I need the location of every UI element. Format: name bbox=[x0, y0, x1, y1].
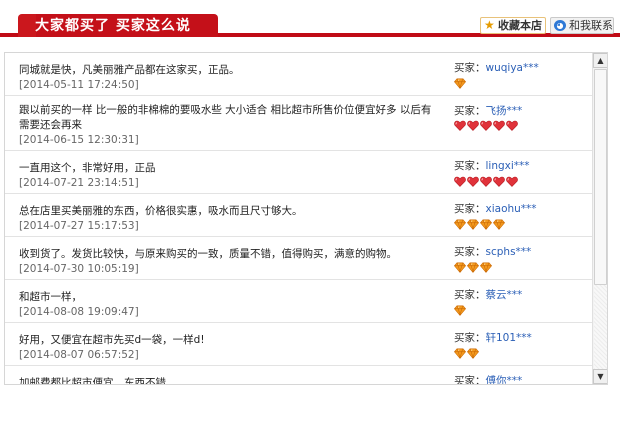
red-heart-icon bbox=[506, 176, 519, 188]
orange-diamond-icon bbox=[454, 262, 467, 274]
scrollbar-thumb[interactable] bbox=[594, 69, 607, 285]
buyer-label: 买家：lingxi*** bbox=[454, 159, 530, 174]
review-date: [2014-07-21 23:14:51] bbox=[19, 177, 139, 189]
buyer-name: 傅你*** bbox=[485, 375, 523, 385]
red-heart-icon bbox=[454, 176, 467, 188]
buyer-credit-badges bbox=[454, 219, 506, 231]
review-date: [2014-05-11 17:24:50] bbox=[19, 79, 139, 91]
contact-seller-button[interactable]: ◕ 和我联系 bbox=[550, 17, 614, 34]
favorite-shop-label: 收藏本店 bbox=[498, 19, 542, 32]
review-text: 好用，又便宜在超市先买d一袋，一样d! bbox=[19, 334, 205, 346]
buyer-prefix: 买家： bbox=[454, 62, 486, 74]
orange-diamond-icon bbox=[467, 219, 480, 231]
review-row: 跟以前买的一样 比一般的非棉棉的要吸水些 大小适合 相比超市所售价位便宜好多 以… bbox=[5, 96, 592, 151]
review-list[interactable]: 同城就是快，凡美丽雅产品都在这家买，正品。 [2014-05-11 17:24:5… bbox=[4, 52, 608, 385]
red-heart-icon bbox=[480, 176, 493, 188]
section-header: 大家都买了 买家这么说 ★ 收藏本店 ◕ 和我联系 bbox=[0, 0, 620, 37]
orange-diamond-icon bbox=[454, 348, 467, 360]
buyer-credit-badges bbox=[454, 348, 480, 360]
review-text: 总在店里买美丽雅的东西，价格很实惠，吸水而且尺寸够大。 bbox=[19, 205, 303, 217]
buyer-label: 买家：飞扬*** bbox=[454, 104, 522, 119]
buyer-label: 买家：scphs*** bbox=[454, 245, 531, 260]
review-row: 和超市一样， [2014-08-08 19:09:47] 买家：蔡云*** bbox=[5, 280, 592, 323]
review-content: 加邮费都比超市便宜，东西不错 bbox=[19, 376, 434, 385]
review-date: [2014-07-30 10:05:19] bbox=[19, 263, 139, 275]
buyer-name: 轩101*** bbox=[485, 332, 532, 344]
contact-seller-label: 和我联系 bbox=[569, 19, 613, 32]
red-heart-icon bbox=[506, 120, 519, 132]
red-heart-icon bbox=[493, 120, 506, 132]
buyer-prefix: 买家： bbox=[454, 289, 486, 301]
buyer-prefix: 买家： bbox=[454, 105, 486, 117]
review-row: 好用，又便宜在超市先买d一袋，一样d! [2014-08-07 06:57:52]… bbox=[5, 323, 592, 366]
buyer-prefix: 买家： bbox=[454, 246, 486, 258]
buyer-label: 买家：轩101*** bbox=[454, 331, 532, 346]
red-heart-icon bbox=[467, 120, 480, 132]
scrollbar-track[interactable] bbox=[594, 285, 607, 369]
buyer-label: 买家：蔡云*** bbox=[454, 288, 522, 303]
review-content: 收到货了。发货比较快，与原来购买的一致，质量不错，值得购买，满意的购物。 [201… bbox=[19, 247, 434, 277]
buyer-name: 蔡云*** bbox=[485, 289, 523, 301]
buyer-credit-badges bbox=[454, 305, 467, 317]
scroll-up-arrow-icon[interactable]: ▲ bbox=[593, 53, 607, 68]
red-heart-icon bbox=[467, 176, 480, 188]
review-date: [2014-07-27 15:17:53] bbox=[19, 220, 139, 232]
buyer-name: wuqiya*** bbox=[485, 62, 539, 74]
orange-diamond-icon bbox=[480, 219, 493, 231]
red-heart-icon bbox=[454, 120, 467, 132]
buyer-name: 飞扬*** bbox=[485, 105, 523, 117]
review-date: [2014-06-15 12:30:31] bbox=[19, 134, 139, 146]
star-icon: ★ bbox=[484, 18, 495, 32]
red-heart-icon bbox=[480, 120, 493, 132]
buyer-prefix: 买家： bbox=[454, 203, 486, 215]
orange-diamond-icon bbox=[467, 348, 480, 360]
buyer-name: scphs*** bbox=[485, 246, 532, 258]
review-content: 一直用这个，非常好用，正品 [2014-07-21 23:14:51] bbox=[19, 161, 434, 191]
review-row: 加邮费都比超市便宜，东西不错 买家：傅你*** bbox=[5, 366, 592, 385]
review-date: [2014-08-08 19:09:47] bbox=[19, 306, 139, 318]
buyer-prefix: 买家： bbox=[454, 160, 486, 172]
review-rows: 同城就是快，凡美丽雅产品都在这家买，正品。 [2014-05-11 17:24:5… bbox=[5, 53, 592, 385]
wangwang-chat-icon: ◕ bbox=[554, 20, 566, 31]
buyer-name: lingxi*** bbox=[485, 160, 530, 172]
favorite-shop-button[interactable]: ★ 收藏本店 bbox=[480, 17, 546, 34]
buyer-prefix: 买家： bbox=[454, 332, 486, 344]
scroll-down-arrow-icon[interactable]: ▼ bbox=[593, 369, 607, 384]
review-row: 一直用这个，非常好用，正品 [2014-07-21 23:14:51] 买家：lin… bbox=[5, 151, 592, 194]
orange-diamond-icon bbox=[480, 262, 493, 274]
scrollbar[interactable]: ▲ ▼ bbox=[592, 53, 607, 384]
buyer-name: xiaohu*** bbox=[485, 203, 537, 215]
review-content: 好用，又便宜在超市先买d一袋，一样d! [2014-08-07 06:57:52] bbox=[19, 333, 434, 363]
review-text: 跟以前买的一样 比一般的非棉棉的要吸水些 大小适合 相比超市所售价位便宜好多 以… bbox=[19, 104, 432, 131]
buyer-credit-badges bbox=[454, 262, 493, 274]
red-heart-icon bbox=[493, 176, 506, 188]
review-text: 和超市一样， bbox=[19, 291, 82, 303]
buyer-label: 买家：傅你*** bbox=[454, 374, 523, 385]
review-row: 收到货了。发货比较快，与原来购买的一致，质量不错，值得购买，满意的购物。 [201… bbox=[5, 237, 592, 280]
review-text: 加邮费都比超市便宜，东西不错 bbox=[19, 377, 166, 385]
buyer-credit-badges bbox=[454, 176, 519, 188]
orange-diamond-icon bbox=[454, 305, 467, 317]
buyer-credit-badges bbox=[454, 120, 519, 132]
review-content: 和超市一样， [2014-08-08 19:09:47] bbox=[19, 290, 434, 320]
review-text: 收到货了。发货比较快，与原来购买的一致，质量不错，值得购买，满意的购物。 bbox=[19, 248, 397, 260]
section-title: 大家都买了 买家这么说 bbox=[18, 14, 218, 37]
orange-diamond-icon bbox=[467, 262, 480, 274]
review-text: 一直用这个，非常好用，正品 bbox=[19, 162, 156, 174]
buyer-label: 买家：wuqiya*** bbox=[454, 61, 539, 76]
review-content: 同城就是快，凡美丽雅产品都在这家买，正品。 [2014-05-11 17:24:5… bbox=[19, 63, 434, 93]
review-text: 同城就是快，凡美丽雅产品都在这家买，正品。 bbox=[19, 64, 240, 76]
review-content: 总在店里买美丽雅的东西，价格很实惠，吸水而且尺寸够大。 [2014-07-27 1… bbox=[19, 204, 434, 234]
buyer-prefix: 买家： bbox=[454, 375, 486, 385]
orange-diamond-icon bbox=[454, 219, 467, 231]
review-date: [2014-08-07 06:57:52] bbox=[19, 349, 139, 361]
orange-diamond-icon bbox=[454, 78, 467, 90]
review-row: 同城就是快，凡美丽雅产品都在这家买，正品。 [2014-05-11 17:24:5… bbox=[5, 53, 592, 96]
orange-diamond-icon bbox=[493, 219, 506, 231]
review-content: 跟以前买的一样 比一般的非棉棉的要吸水些 大小适合 相比超市所售价位便宜好多 以… bbox=[19, 103, 434, 148]
buyer-credit-badges bbox=[454, 78, 467, 90]
review-row: 总在店里买美丽雅的东西，价格很实惠，吸水而且尺寸够大。 [2014-07-27 1… bbox=[5, 194, 592, 237]
buyer-label: 买家：xiaohu*** bbox=[454, 202, 537, 217]
